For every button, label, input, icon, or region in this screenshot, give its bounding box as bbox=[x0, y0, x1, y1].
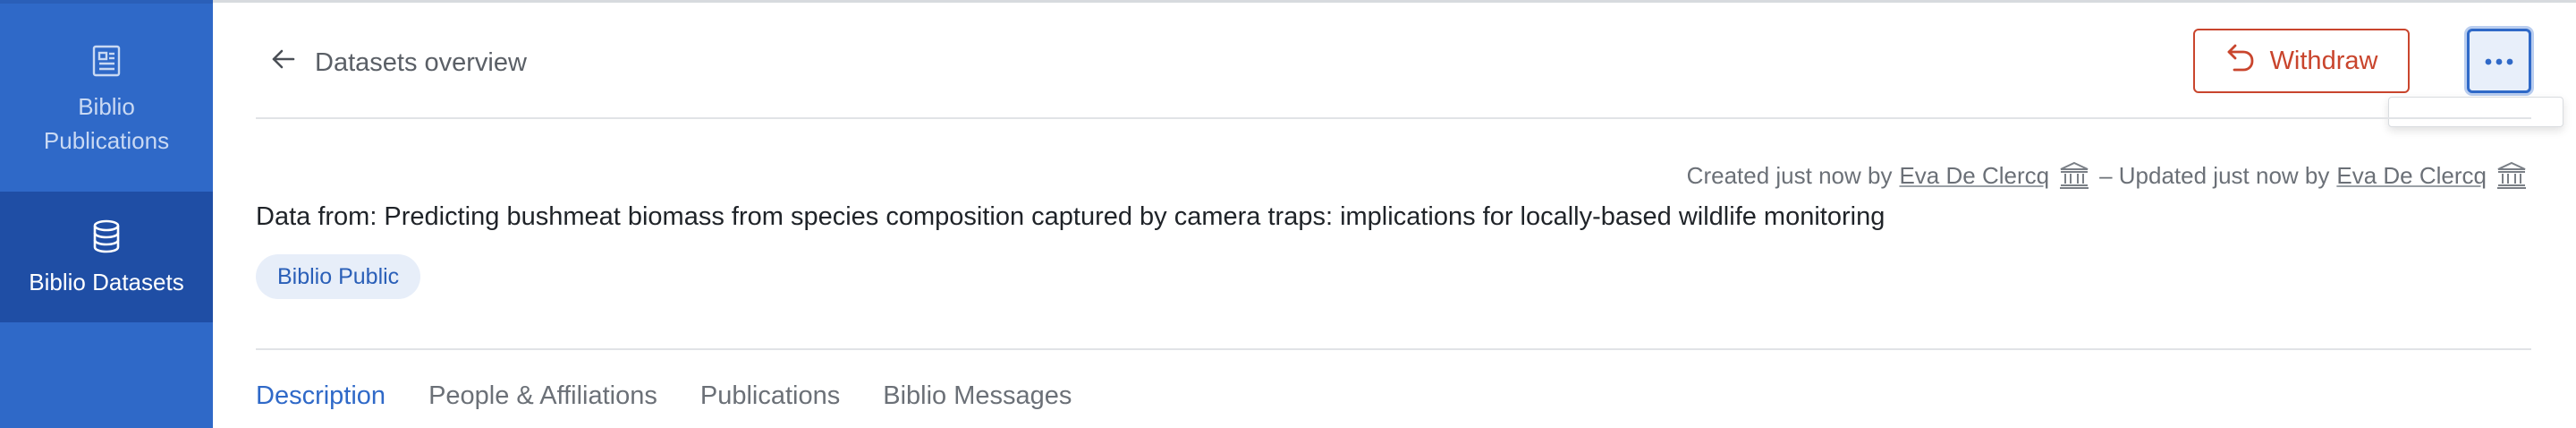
updated-prefix: – Updated just now by bbox=[2099, 161, 2330, 189]
tab-people-affiliations[interactable]: People & Affiliations bbox=[428, 381, 657, 411]
sidebar: Biblio Publications Biblio Datasets bbox=[0, 0, 213, 428]
back-link-label: Datasets overview bbox=[315, 47, 527, 77]
institution-icon bbox=[2056, 159, 2092, 192]
more-actions-button[interactable] bbox=[2467, 29, 2531, 93]
dataset-title: Data from: Predicting bushmeat biomass f… bbox=[256, 202, 1885, 231]
more-actions-dropdown bbox=[2388, 97, 2563, 127]
created-by-link[interactable]: Eva De Clercq bbox=[1899, 162, 2049, 190]
withdraw-label: Withdraw bbox=[2269, 46, 2378, 75]
database-icon bbox=[87, 217, 126, 256]
publication-icon bbox=[87, 41, 126, 81]
updated-by-link[interactable]: Eva De Clercq bbox=[2336, 162, 2487, 190]
tab-publications[interactable]: Publications bbox=[700, 381, 840, 411]
sidebar-item-label: Biblio Publications bbox=[43, 93, 170, 154]
top-border bbox=[213, 0, 2576, 3]
arrow-left-icon bbox=[270, 46, 297, 80]
tab-description[interactable]: Description bbox=[256, 381, 386, 411]
sidebar-item-publications[interactable]: Biblio Publications bbox=[0, 4, 213, 192]
app-root: Biblio Publications Biblio Datasets Data… bbox=[0, 0, 2576, 428]
tab-biblio-messages[interactable]: Biblio Messages bbox=[883, 381, 1072, 411]
sidebar-item-label: Biblio Datasets bbox=[29, 269, 184, 295]
sidebar-item-datasets[interactable]: Biblio Datasets bbox=[0, 192, 213, 322]
tab-bar: Description People & Affiliations Public… bbox=[256, 381, 1072, 411]
dataset-meta: Created just now by Eva De Clercq – Upda… bbox=[1687, 158, 2529, 193]
created-prefix: Created just now by bbox=[1686, 161, 1893, 189]
withdraw-button[interactable]: Withdraw bbox=[2193, 29, 2410, 93]
status-badge: Biblio Public bbox=[256, 254, 421, 299]
institution-icon bbox=[2494, 159, 2529, 192]
section-divider bbox=[256, 348, 2531, 350]
undo-icon bbox=[2225, 42, 2256, 80]
ellipsis-icon bbox=[2485, 55, 2513, 68]
header-divider bbox=[256, 117, 2531, 119]
back-link[interactable]: Datasets overview bbox=[270, 43, 527, 82]
